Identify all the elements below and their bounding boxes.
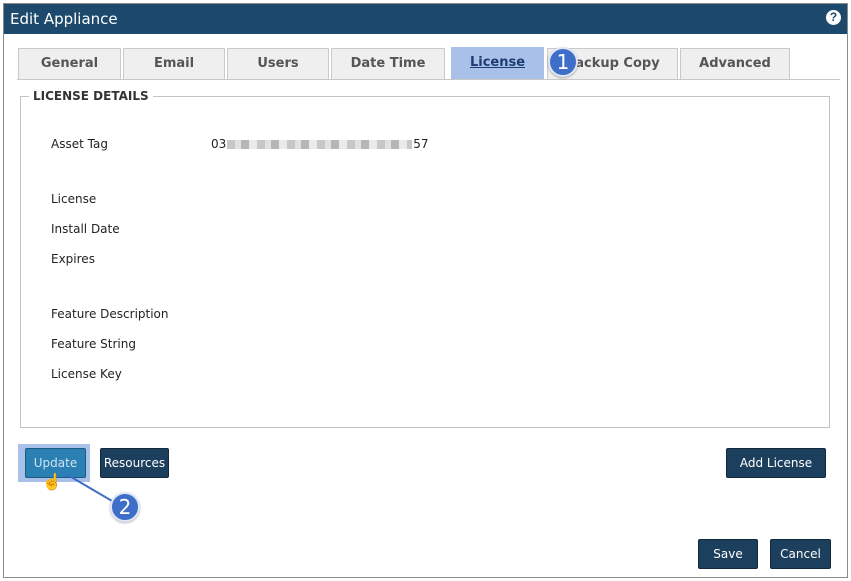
tab-license[interactable]: License (451, 47, 544, 79)
add-license-info-button[interactable]: Add License Info (726, 448, 826, 498)
cancel-button[interactable]: Cancel (770, 539, 831, 569)
save-button[interactable]: Save (698, 539, 758, 569)
tab-advanced[interactable]: Advanced (680, 48, 790, 79)
license-label: License (51, 192, 97, 206)
license-details-legend: LICENSE DETAILS (29, 89, 153, 103)
expires-label: Expires (51, 252, 95, 266)
tab-date-time[interactable]: Date Time (331, 48, 445, 79)
asset-tag-label: Asset Tag (51, 137, 108, 151)
hand-cursor-icon: ☝ (42, 474, 62, 491)
license-details-panel: LICENSE DETAILS Asset Tag 03 57 License I… (20, 89, 830, 428)
redacted-block (227, 140, 413, 149)
edit-appliance-dialog: Edit Appliance ? General Email Users Dat… (3, 3, 848, 578)
title-bar: Edit Appliance ? (4, 4, 847, 34)
license-key-label: License Key (51, 367, 122, 381)
tab-general[interactable]: General (18, 48, 121, 79)
dialog-title: Edit Appliance (10, 10, 118, 28)
help-icon[interactable]: ? (826, 10, 841, 25)
tab-email[interactable]: Email (123, 48, 225, 79)
callout-marker-1: 1 (548, 47, 578, 77)
tab-users[interactable]: Users (227, 48, 329, 79)
install-date-label: Install Date (51, 222, 120, 236)
callout-marker-2: 2 (110, 492, 140, 522)
feature-string-label: Feature String (51, 337, 136, 351)
tab-bar: General Email Users Date Time License Ba… (18, 47, 840, 80)
feature-description-label: Feature Description (51, 307, 169, 321)
asset-tag-value: 03 57 (211, 137, 429, 151)
